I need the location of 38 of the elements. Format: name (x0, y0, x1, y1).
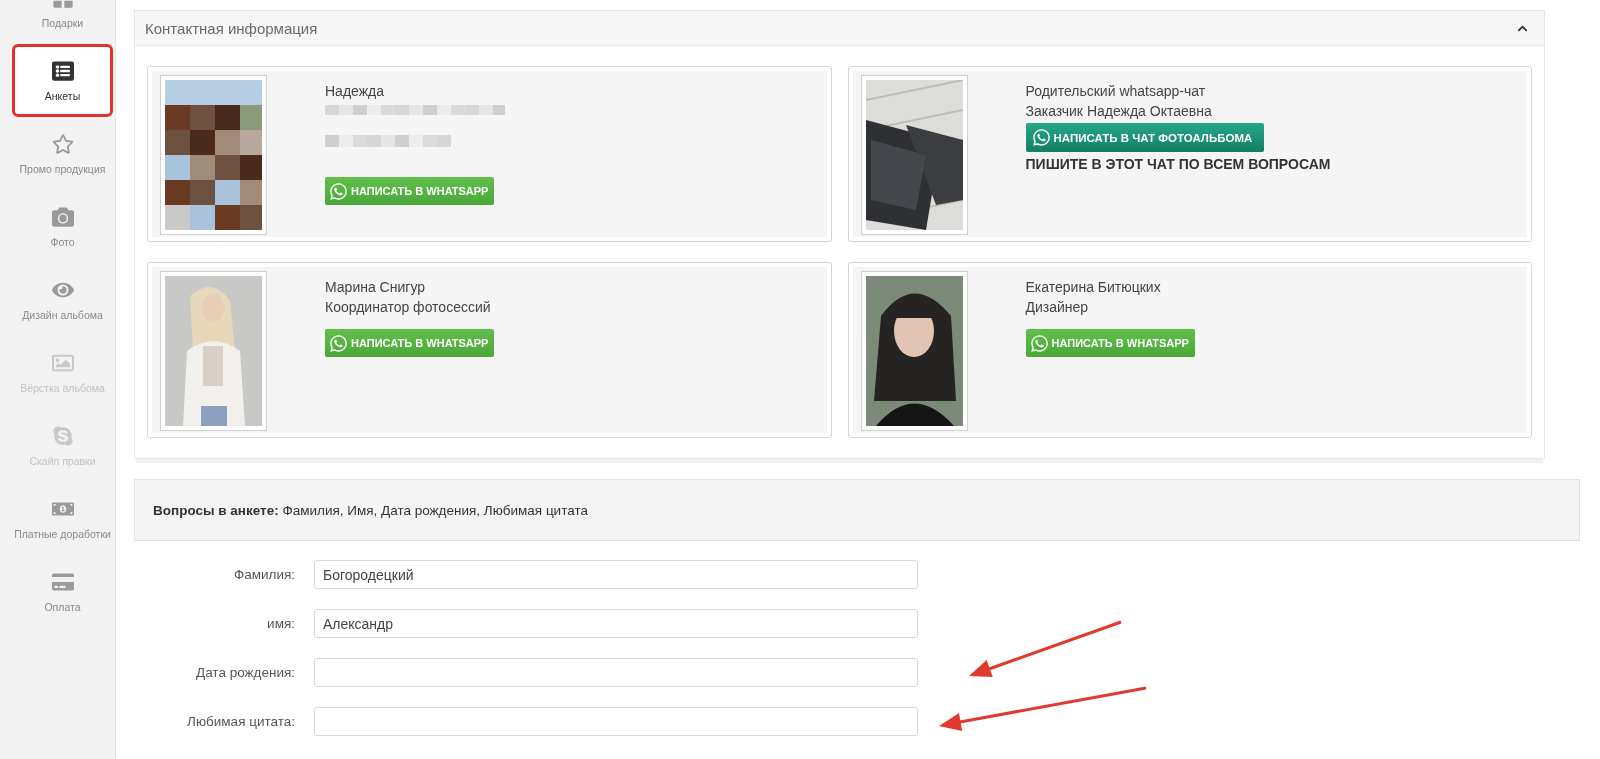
sidebar-item[interactable]: Анкеты (12, 44, 113, 117)
input-field[interactable]: Александр (314, 609, 918, 638)
chat-button[interactable]: НАПИСАТЬ В ЧАТ ФОТОАЛЬБОМА (1025, 123, 1265, 152)
sidebar-item[interactable]: Промо продукция (12, 117, 113, 190)
list-icon (51, 59, 74, 82)
field-label: Фамилия: (232, 567, 295, 582)
sidebar-item[interactable]: Платные доработки (12, 482, 113, 555)
input-field[interactable] (314, 658, 918, 687)
sidebar-item[interactable]: Дизайн альбома (12, 263, 113, 336)
contact-text: Марина Снигур (325, 278, 426, 297)
whatsapp-icon (1029, 333, 1049, 353)
contact-text: Координатор фотосессий (325, 298, 491, 317)
contact-text: Родительский whatsapp-чат (1025, 82, 1206, 101)
field-label: Любимая цитата: (186, 714, 295, 729)
input-field[interactable]: Богородецкий (314, 560, 918, 589)
contact-text: Дизайнер (1025, 298, 1089, 317)
sidebar-item[interactable]: Подарки (12, 0, 113, 44)
skype-icon (51, 424, 74, 447)
whatsapp-button[interactable]: НАПИСАТЬ В WHATSAPP (1025, 329, 1195, 357)
whatsapp-icon (329, 181, 348, 201)
whatsapp-button[interactable]: НАПИСАТЬ В WHATSAPP (325, 329, 495, 357)
chat-note: ПИШИТЕ В ЭТОТ ЧАТ ПО ВСЕМ ВОПРОСАМ (1025, 156, 1331, 172)
star-icon (51, 132, 74, 155)
whatsapp-button[interactable]: НАПИСАТЬ В WHATSAPP (325, 177, 495, 205)
whatsapp-icon (1031, 128, 1051, 147)
questions-text: Вопросы в анкете: Фамилия, Имя, Дата рождения, Любимая цитата (153, 502, 588, 518)
field-label: Дата рождения: (195, 665, 295, 680)
sidebar-item[interactable]: Оплата (12, 555, 113, 628)
panel-title: Контактная информация (145, 19, 318, 37)
input-field[interactable] (314, 707, 918, 736)
contact-text: Надежда (325, 82, 384, 101)
sidebar-item[interactable]: Фото (12, 190, 113, 263)
contact-text: Заказчик Надежда Октаевна (1025, 102, 1212, 121)
credit-card-icon (51, 570, 74, 593)
whatsapp-icon (329, 333, 348, 353)
contact-text: Екатерина Битюцких (1025, 278, 1161, 297)
camera-icon (51, 205, 74, 228)
field-label: имя: (266, 616, 295, 631)
